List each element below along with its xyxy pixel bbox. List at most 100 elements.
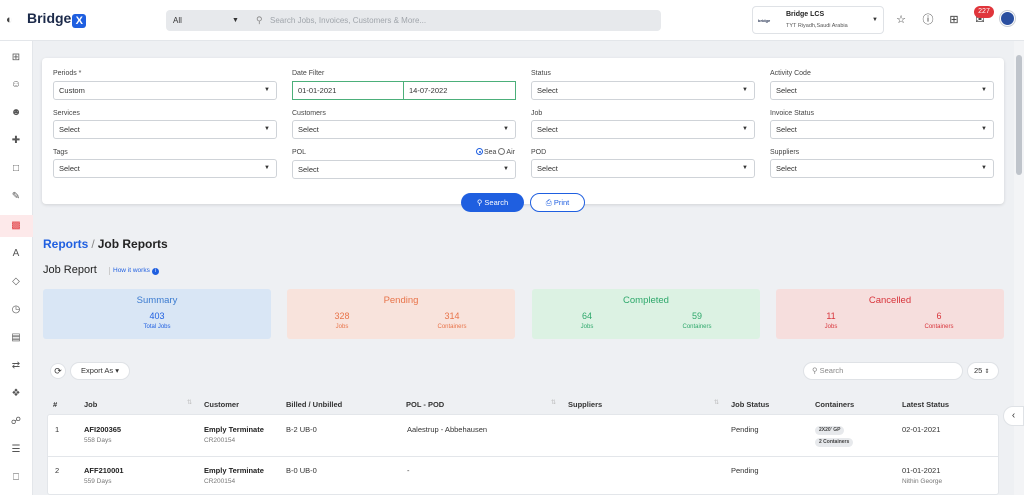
sea-label: Sea [484, 149, 497, 156]
page-size-select[interactable]: 25 ⇕ [967, 362, 999, 380]
layers-icon[interactable]: ☰ [9, 443, 23, 457]
air-radio[interactable] [498, 148, 506, 155]
company-switcher[interactable]: bridge Bridge LCS TYT Riyadh,Saudi Arabi… [752, 6, 884, 34]
chevron-down-icon: ▼ [503, 166, 509, 172]
users-icon[interactable]: ☻ [9, 106, 23, 120]
add-user-icon[interactable]: ✚ [9, 134, 23, 148]
pending-card[interactable]: Pending 328 Jobs 314 Containers [287, 289, 515, 339]
periods-select[interactable]: Custom ▼ [53, 81, 277, 100]
pod-select[interactable]: Select ▼ [531, 159, 755, 178]
avatar[interactable] [1000, 11, 1015, 26]
sort-icon[interactable]: ⇅ [187, 399, 192, 406]
page-size-value: 25 [974, 366, 983, 375]
services-value: Select [59, 125, 80, 134]
customer-name: Emply Terminate [204, 466, 264, 475]
pending-containers-value: 314 [444, 311, 460, 321]
pol-select[interactable]: Select ▼ [292, 160, 516, 179]
tag-icon[interactable]: ◇ [9, 275, 23, 289]
chevron-down-icon: ▼ [742, 165, 748, 171]
cancelled-jobs-value: 11 [826, 311, 836, 321]
completed-card[interactable]: Completed 64 Jobs 59 Containers [532, 289, 760, 339]
user-icon[interactable]: ☺ [9, 78, 23, 92]
scrollbar-thumb[interactable] [1016, 55, 1022, 175]
job-table: 1 AFI200365 558 Days Emply Terminate CR2… [47, 414, 999, 495]
pending-jobs-value: 328 [334, 311, 350, 321]
app-logo[interactable]: Bridge X [27, 10, 87, 28]
dashboard-icon[interactable]: ⊞ [9, 51, 23, 65]
invoice-status-select[interactable]: Select ▼ [770, 120, 994, 139]
column-header-job[interactable]: Job [84, 400, 97, 409]
sea-radio[interactable] [476, 148, 483, 155]
star-icon[interactable]: ☆ [894, 13, 908, 27]
column-header-containers[interactable]: Containers [815, 400, 854, 409]
transfer-icon[interactable]: ⇄ [9, 359, 23, 373]
activity-code-select[interactable]: Select ▼ [770, 81, 994, 100]
print-button-label: Print [553, 198, 570, 207]
inbox-icon[interactable]: ⎕ [9, 471, 23, 485]
card-icon[interactable]: ▤ [9, 331, 23, 345]
sort-icon[interactable]: ⇅ [551, 399, 556, 406]
job-select[interactable]: Select ▼ [531, 120, 755, 139]
breadcrumb-reports-link[interactable]: Reports [43, 237, 88, 251]
refresh-icon[interactable]: ⟳ [50, 363, 66, 379]
activity-code-label: Activity Code [770, 70, 811, 77]
job-days: 559 Days [84, 478, 112, 485]
column-header-billed[interactable]: Billed / Unbilled [286, 400, 342, 409]
bookmark-icon[interactable]: □ [9, 162, 23, 176]
sort-icon[interactable]: ⇅ [714, 399, 719, 406]
print-button[interactable]: ⎙ Print [530, 193, 585, 212]
periods-value: Custom [59, 86, 85, 95]
top-bar: ◐ Bridge X All ▼ ⚲ Search Jobs, Invoices,… [0, 0, 1024, 41]
chevron-left-icon[interactable]: ‹ [1003, 406, 1024, 426]
column-header-customer[interactable]: Customer [204, 400, 239, 409]
help-icon[interactable]: ⓘ [921, 13, 935, 27]
breadcrumb: Reports / Job Reports [43, 237, 168, 251]
info-icon: i [151, 268, 159, 275]
pod-value: Select [537, 164, 558, 173]
container-count-chip: 2 Containers [815, 438, 854, 447]
job-number-link[interactable]: AFF210001 [84, 466, 124, 475]
suppliers-select[interactable]: Select ▼ [770, 159, 994, 178]
status-select[interactable]: Select ▼ [531, 81, 755, 100]
column-header-latest-status[interactable]: Latest Status [902, 400, 949, 409]
column-header-pol-pod[interactable]: POL - POD [406, 400, 444, 409]
table-search-input[interactable]: ⚲ Search [803, 362, 963, 380]
cart-icon[interactable]: ☍ [9, 415, 23, 429]
column-header-job-status[interactable]: Job Status [731, 400, 769, 409]
date-from-input[interactable]: 01-01-2021 [292, 81, 404, 100]
chevron-down-icon: ▼ [503, 126, 509, 132]
periods-label: Periods * [53, 70, 82, 77]
how-it-works-link[interactable]: How it works i [109, 267, 159, 275]
row-index: 2 [55, 466, 60, 475]
pending-containers-label: Containers [437, 324, 467, 330]
date-filter-label: Date Filter [292, 70, 325, 77]
customers-value: Select [298, 125, 319, 134]
report-title: Job Report [43, 264, 97, 276]
chevron-down-icon: ▼ [981, 126, 987, 132]
date-to-input[interactable]: 14-07-2022 [403, 81, 516, 100]
tags-select[interactable]: Select ▼ [53, 159, 277, 178]
box-icon[interactable]: ❖ [9, 387, 23, 401]
latest-status-user: Nithin George [902, 478, 943, 485]
suppliers-value: Select [776, 164, 797, 173]
air-label: Air [506, 149, 515, 156]
cancelled-card[interactable]: Cancelled 11 Jobs 6 Containers [776, 289, 1004, 339]
services-select[interactable]: Select ▼ [53, 120, 277, 139]
export-as-button[interactable]: Export As ▾ [70, 362, 130, 380]
column-header-suppliers[interactable]: Suppliers [568, 400, 602, 409]
status-label: Status [531, 70, 551, 77]
edit-icon[interactable]: ✎ [9, 190, 23, 204]
search-button[interactable]: ⚲ Search [461, 193, 524, 212]
chevron-down-icon: ▼ [264, 87, 270, 93]
menu-toggle-icon[interactable]: ◐ [6, 14, 18, 26]
summary-card[interactable]: Summary 403 Total Jobs [43, 289, 271, 339]
company-name: Bridge LCS [786, 11, 825, 18]
job-number-link[interactable]: AFI200365 [84, 425, 121, 434]
clock-icon[interactable]: ◷ [9, 303, 23, 317]
customers-select[interactable]: Select ▼ [292, 120, 516, 139]
reports-icon[interactable]: ▩ [9, 219, 23, 233]
caret-down-icon: ▾ [115, 366, 119, 375]
font-icon[interactable]: A [9, 247, 23, 261]
apps-grid-icon[interactable]: ⊞ [947, 13, 961, 27]
search-input[interactable]: Search Jobs, Invoices, Customers & More.… [270, 10, 426, 31]
